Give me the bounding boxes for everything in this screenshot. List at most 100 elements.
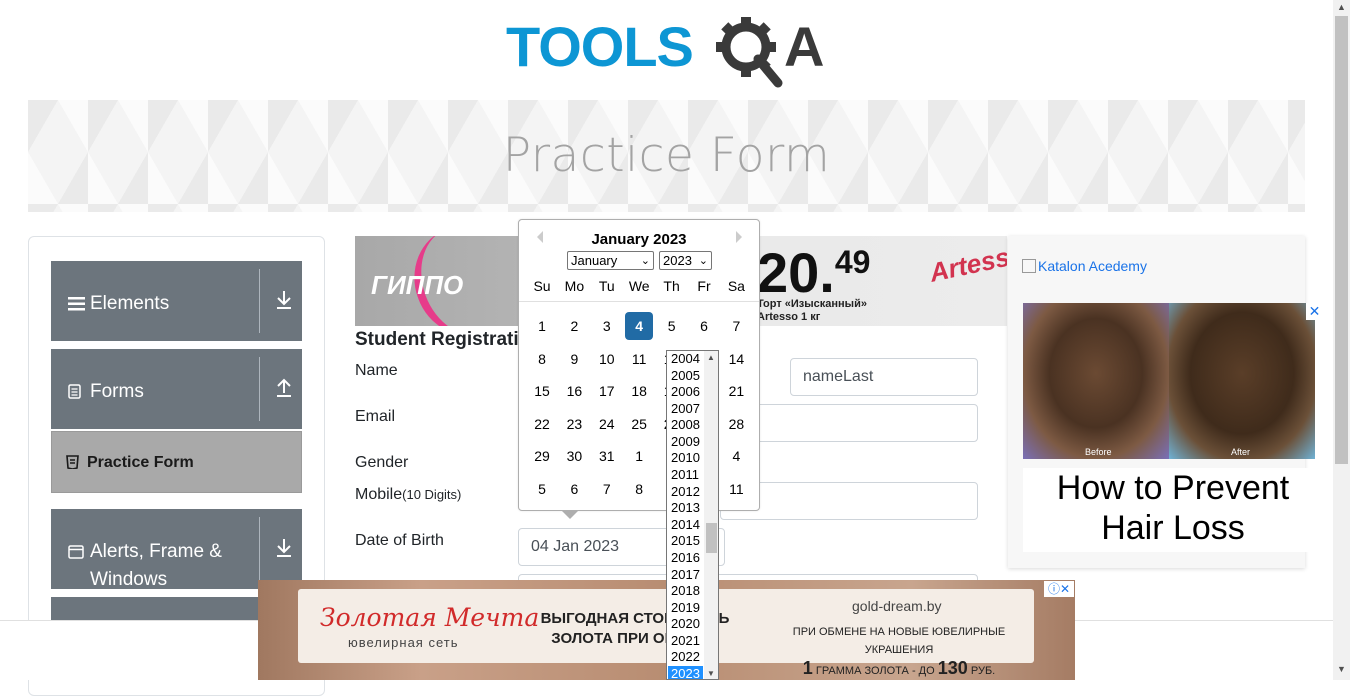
calendar-day[interactable]: 14	[722, 345, 750, 373]
year-option[interactable]: 2015	[668, 533, 703, 550]
calendar-day[interactable]: 29	[528, 442, 556, 470]
year-option[interactable]: 2014	[668, 517, 703, 534]
sidebar-group-alerts-frame-windows[interactable]: Alerts, Frame & Windows	[51, 509, 302, 590]
document-icon	[68, 383, 81, 404]
page-scrollbar[interactable]: ▲ ▼	[1333, 0, 1350, 680]
calendar-day[interactable]: 28	[722, 410, 750, 438]
month-select[interactable]: January ⌄	[567, 251, 654, 270]
window-icon	[68, 543, 84, 564]
last-name-input[interactable]: nameLast	[790, 358, 978, 396]
year-option[interactable]: 2010	[668, 450, 703, 467]
year-option[interactable]: 2017	[668, 567, 703, 584]
broken-image-icon	[1022, 259, 1036, 273]
divider	[259, 517, 260, 581]
calendar-day[interactable]: 18	[625, 377, 653, 405]
calendar-day[interactable]: 25	[625, 410, 653, 438]
year-option[interactable]: 2023	[668, 666, 703, 679]
after-image: After	[1169, 303, 1315, 459]
year-option[interactable]: 2013	[668, 500, 703, 517]
calendar-day[interactable]: 6	[690, 312, 718, 340]
katalon-link[interactable]: Katalon Acedemy	[1022, 258, 1147, 274]
year-list-scrollbar[interactable]: ▲ ▼	[704, 351, 718, 679]
year-dropdown-list[interactable]: 2004 2005 2006 2007 2008 2009 2010 2011 2012 2013…	[666, 350, 719, 680]
ad-price: 20.49	[757, 241, 871, 304]
weekday-label: Mo	[564, 278, 585, 294]
mobile-label: Mobile(10 Digits)	[355, 486, 462, 503]
calendar-day[interactable]: 5	[658, 312, 686, 340]
scroll-down-icon[interactable]: ▼	[707, 669, 715, 678]
calendar-day[interactable]: 7	[593, 475, 621, 503]
sidebar-group-forms[interactable]: Forms	[51, 349, 302, 429]
calendar-day[interactable]: 1	[625, 442, 653, 470]
sidebar-group-elements[interactable]: Elements	[51, 261, 302, 341]
year-option[interactable]: 2011	[668, 467, 703, 484]
scroll-down-icon[interactable]: ▼	[1337, 664, 1346, 674]
sidebar-group-label: Alerts, Frame & Windows	[90, 541, 222, 590]
scroll-thumb[interactable]	[1335, 16, 1348, 464]
weekday-label: We	[628, 278, 650, 294]
ad-close-icon[interactable]: ✕	[1306, 303, 1323, 320]
calendar-day[interactable]: 5	[528, 475, 556, 503]
expand-arrow-icon[interactable]	[275, 535, 293, 559]
ad-image[interactable]: Before After	[1023, 303, 1323, 459]
calendar-day[interactable]: 6	[560, 475, 588, 503]
calendar-day[interactable]: 2	[560, 312, 588, 340]
weekday-label: Su	[533, 278, 551, 294]
ad-headline[interactable]: How to Prevent Hair Loss	[1023, 468, 1323, 552]
year-option[interactable]: 2006	[668, 384, 703, 401]
calendar-day[interactable]: 11	[625, 345, 653, 373]
year-select[interactable]: 2023 ⌄	[659, 251, 712, 270]
toolsqa-logo[interactable]: TOOLS A	[506, 14, 832, 90]
dob-label: Date of Birth	[355, 532, 444, 549]
calendar-day[interactable]: 17	[593, 377, 621, 405]
year-option[interactable]: 2022	[668, 649, 703, 666]
calendar-day[interactable]: 7	[722, 312, 750, 340]
year-option[interactable]: 2016	[668, 550, 703, 567]
calendar-day[interactable]: 4	[625, 312, 654, 340]
expand-arrow-icon[interactable]	[275, 287, 293, 311]
sidebar-item-label: Practice Form	[87, 454, 194, 471]
year-option[interactable]: 2009	[668, 434, 703, 451]
year-option[interactable]: 2021	[668, 633, 703, 650]
header: TOOLS A	[0, 0, 1333, 100]
calendar-day[interactable]: 3	[593, 312, 621, 340]
calendar-day[interactable]: 21	[722, 377, 750, 405]
calendar-day[interactable]: 16	[560, 377, 588, 405]
calendar-day[interactable]: 11	[722, 475, 750, 503]
weekday-label: Fr	[697, 278, 711, 294]
scroll-up-icon[interactable]: ▲	[1337, 2, 1346, 12]
ad-brand: Золотая Мечта	[320, 603, 540, 632]
sidebar-item-practice-form[interactable]: Practice Form	[51, 431, 302, 493]
chevron-down-icon: ⌄	[698, 255, 708, 267]
calendar-day[interactable]: 31	[593, 442, 621, 470]
scroll-up-icon[interactable]: ▲	[707, 353, 715, 362]
calendar-day[interactable]: 24	[593, 410, 621, 438]
calendar-day[interactable]: 9	[560, 345, 588, 373]
scroll-thumb[interactable]	[706, 523, 717, 553]
year-option[interactable]: 2007	[668, 401, 703, 418]
collapse-arrow-icon[interactable]	[275, 375, 293, 399]
year-option[interactable]: 2020	[668, 616, 703, 633]
calendar-day[interactable]: 1	[528, 312, 556, 340]
calendar-day[interactable]: 15	[528, 377, 556, 405]
ad-choices-icon[interactable]: ⓘ✕	[1044, 581, 1074, 597]
before-image: Before	[1023, 303, 1169, 459]
year-option[interactable]: 2019	[668, 600, 703, 617]
calendar-day[interactable]: 8	[528, 345, 556, 373]
weekday-label: Th	[663, 278, 680, 294]
calendar-day[interactable]: 4	[722, 442, 750, 470]
datepicker-header: January 2023 January ⌄ 2023 ⌄ Su Mo Tu We Th Fr…	[519, 220, 759, 302]
page-title: Practice Form	[502, 128, 831, 183]
right-advertisement[interactable]: Katalon Acedemy Before After ✕ How to Pr…	[1008, 236, 1323, 568]
calendar-day[interactable]: 8	[625, 475, 653, 503]
year-option[interactable]: 2005	[668, 368, 703, 385]
calendar-day[interactable]: 22	[528, 410, 556, 438]
ad-brand-sub: ювелирная сеть	[348, 635, 459, 650]
calendar-day[interactable]: 30	[560, 442, 588, 470]
calendar-day[interactable]: 23	[560, 410, 588, 438]
calendar-day[interactable]: 10	[593, 345, 621, 373]
year-option[interactable]: 2008	[668, 417, 703, 434]
year-option[interactable]: 2018	[668, 583, 703, 600]
year-option[interactable]: 2012	[668, 484, 703, 501]
year-option[interactable]: 2004	[668, 351, 703, 368]
